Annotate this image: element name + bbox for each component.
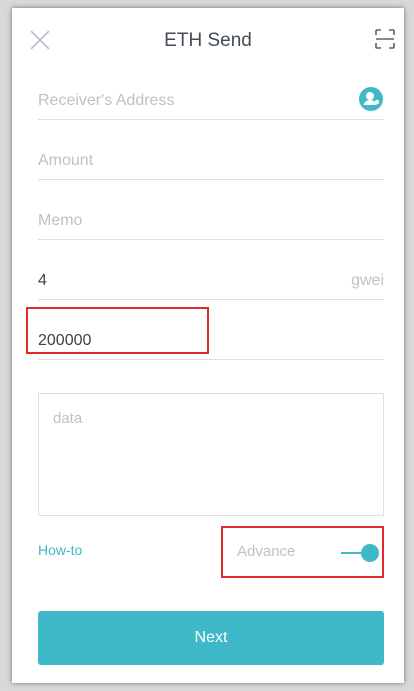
amount-field	[38, 144, 384, 180]
how-to-link[interactable]: How-to	[38, 542, 82, 558]
next-button[interactable]: Next	[38, 611, 384, 665]
amount-input[interactable]	[38, 144, 338, 178]
advance-highlight: Advance	[221, 526, 384, 578]
memo-input[interactable]	[38, 204, 338, 238]
contacts-button[interactable]	[358, 86, 384, 112]
gas-unit-label: gwei	[351, 272, 384, 289]
gas-limit-field	[38, 324, 384, 360]
scan-button[interactable]	[374, 28, 396, 50]
header: ETH Send	[12, 8, 404, 74]
scan-icon	[375, 29, 395, 49]
gas-price-input[interactable]	[38, 264, 338, 298]
memo-field	[38, 204, 384, 240]
advance-label: Advance	[237, 543, 296, 560]
receiver-address-field	[38, 84, 384, 120]
contact-icon	[359, 87, 383, 111]
gas-limit-input[interactable]	[38, 324, 338, 358]
data-field	[38, 393, 384, 516]
gas-price-field: gwei	[38, 264, 384, 300]
advance-toggle[interactable]	[341, 544, 379, 562]
toggle-knob	[361, 544, 379, 562]
send-screen: ETH Send gwei	[12, 8, 404, 683]
data-input[interactable]	[39, 394, 383, 515]
receiver-address-input[interactable]	[38, 84, 338, 118]
page-title: ETH Send	[164, 30, 252, 51]
